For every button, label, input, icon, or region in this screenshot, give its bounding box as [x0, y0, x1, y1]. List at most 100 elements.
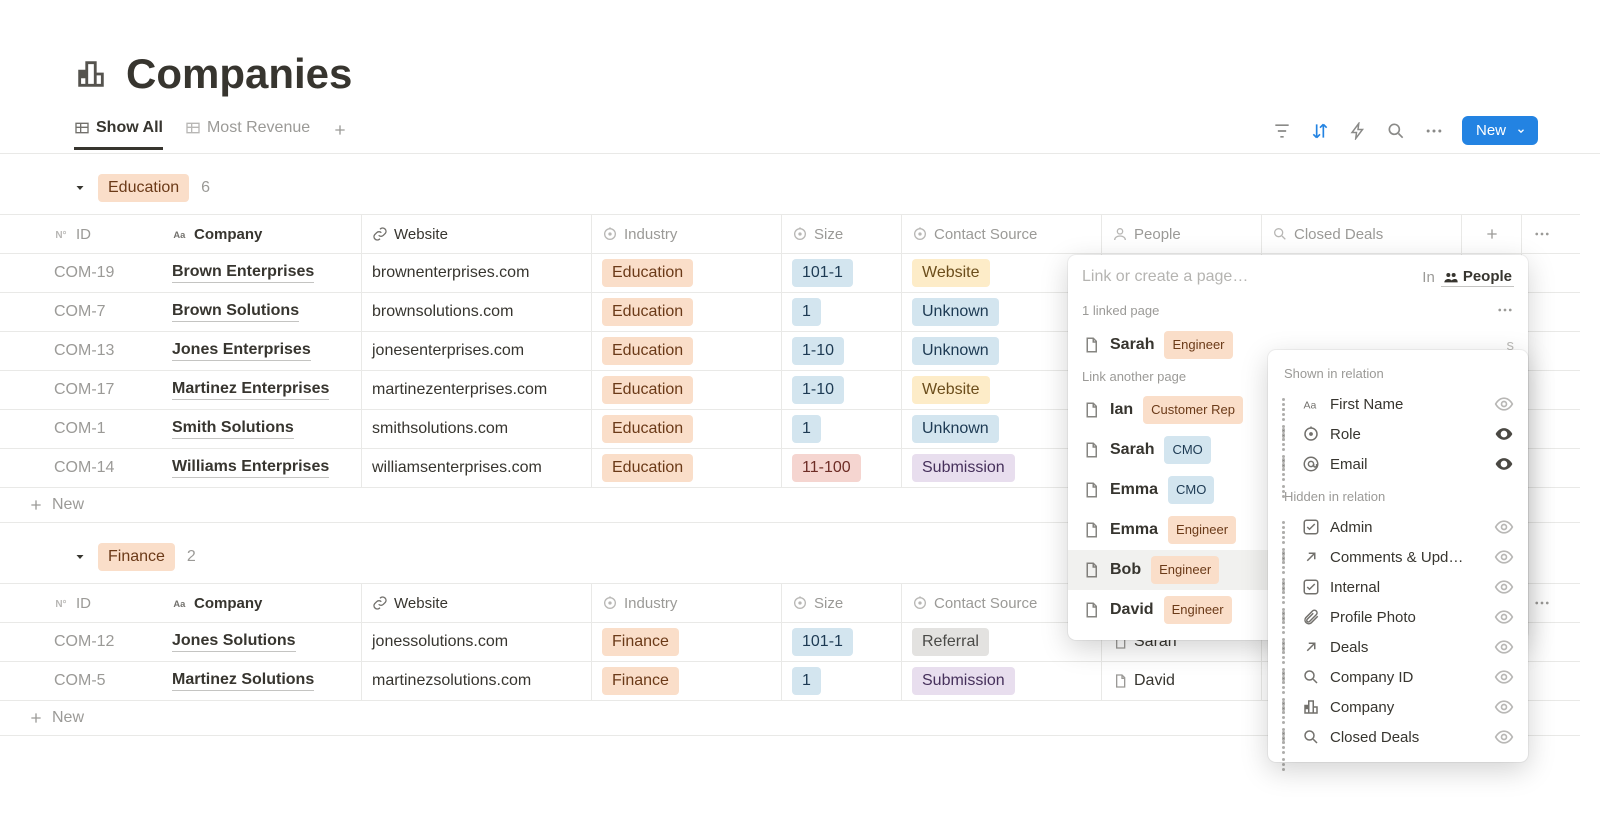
relation-property-row[interactable]: Deals — [1272, 632, 1524, 662]
filter-icon[interactable] — [1272, 121, 1292, 141]
cell-website[interactable]: brownenterprises.com — [362, 254, 592, 292]
drag-handle-icon[interactable] — [1282, 701, 1292, 714]
automations-icon[interactable] — [1348, 121, 1368, 141]
drag-handle-icon[interactable] — [1282, 551, 1292, 564]
view-tabs: Show All Most Revenue — [74, 119, 348, 150]
relation-property-row[interactable]: Comments & Upd… — [1272, 542, 1524, 572]
cell-industry[interactable]: Education — [592, 293, 782, 331]
property-type-icon — [1302, 395, 1320, 413]
cell-company[interactable]: Jones Enterprises — [162, 332, 362, 370]
relation-property-row[interactable]: Company ID — [1272, 662, 1524, 692]
visibility-toggle-icon[interactable] — [1494, 727, 1514, 747]
cell-industry[interactable]: Finance — [592, 623, 782, 661]
tab-show-all[interactable]: Show All — [74, 119, 163, 150]
property-type-icon — [1302, 425, 1320, 443]
drag-handle-icon[interactable] — [1282, 671, 1292, 684]
relation-property-row[interactable]: Internal — [1272, 572, 1524, 602]
relation-property-row[interactable]: Closed Deals — [1272, 722, 1524, 752]
property-label: Internal — [1330, 579, 1380, 596]
drag-handle-icon[interactable] — [1282, 521, 1292, 534]
cell-website[interactable]: jonessolutions.com — [362, 623, 592, 661]
cell-company[interactable]: Martinez Enterprises — [162, 371, 362, 409]
cell-company[interactable]: Jones Solutions — [162, 623, 362, 661]
relation-property-row[interactable]: Email — [1272, 449, 1524, 479]
property-type-icon — [1302, 608, 1320, 626]
cell-size[interactable]: 101-1 — [782, 254, 902, 292]
visibility-toggle-icon[interactable] — [1494, 667, 1514, 687]
relation-target-chip[interactable]: In People — [1422, 267, 1514, 287]
property-label: Email — [1330, 456, 1368, 473]
visibility-toggle-icon[interactable] — [1494, 517, 1514, 537]
cell-size[interactable]: 1 — [782, 410, 902, 448]
cell-size[interactable]: 1 — [782, 293, 902, 331]
group-tag[interactable]: Finance — [98, 543, 175, 571]
cell-website[interactable]: martinezenterprises.com — [362, 371, 592, 409]
drag-handle-icon[interactable] — [1282, 458, 1292, 471]
drag-handle-icon[interactable] — [1282, 428, 1292, 441]
drag-handle-icon[interactable] — [1282, 398, 1292, 411]
property-type-icon — [1302, 518, 1320, 536]
add-column-button[interactable] — [1462, 215, 1522, 253]
relation-search-input[interactable] — [1082, 268, 1342, 286]
cell-company[interactable]: Brown Enterprises — [162, 254, 362, 292]
cell-industry[interactable]: Education — [592, 410, 782, 448]
cell-website[interactable]: smithsolutions.com — [362, 410, 592, 448]
sort-icon[interactable] — [1310, 121, 1330, 141]
more-icon[interactable] — [1424, 121, 1444, 141]
drag-handle-icon[interactable] — [1282, 731, 1292, 744]
cell-industry[interactable]: Education — [592, 449, 782, 487]
cell-size[interactable]: 101-1 — [782, 623, 902, 661]
cell-industry[interactable]: Education — [592, 371, 782, 409]
visibility-toggle-icon[interactable] — [1494, 547, 1514, 567]
add-view-button[interactable] — [332, 122, 348, 148]
cell-id: COM-13 — [0, 332, 162, 370]
relation-property-row[interactable]: Role — [1272, 419, 1524, 449]
cell-website[interactable]: martinezsolutions.com — [362, 662, 592, 700]
cell-company[interactable]: Brown Solutions — [162, 293, 362, 331]
cell-size[interactable]: 1 — [782, 662, 902, 700]
group-toggle-icon[interactable] — [74, 182, 86, 194]
cell-website[interactable]: brownsolutions.com — [362, 293, 592, 331]
cell-id: COM-1 — [0, 410, 162, 448]
table-header-row: ID Company Website Industry Size Contact… — [0, 215, 1580, 254]
cell-company[interactable]: Williams Enterprises — [162, 449, 362, 487]
cell-industry[interactable]: Finance — [592, 662, 782, 700]
search-icon[interactable] — [1386, 121, 1406, 141]
column-options-button[interactable] — [1522, 584, 1562, 622]
cell-industry[interactable]: Education — [592, 332, 782, 370]
drag-handle-icon[interactable] — [1282, 581, 1292, 594]
visibility-toggle-icon[interactable] — [1494, 424, 1514, 444]
new-button[interactable]: New — [1462, 116, 1538, 145]
property-type-icon — [1302, 668, 1320, 686]
relation-property-row[interactable]: First Name — [1272, 389, 1524, 419]
visibility-toggle-icon[interactable] — [1494, 637, 1514, 657]
drag-handle-icon[interactable] — [1282, 641, 1292, 654]
group-tag[interactable]: Education — [98, 174, 189, 202]
group-toggle-icon[interactable] — [74, 551, 86, 563]
drag-handle-icon[interactable] — [1282, 611, 1292, 624]
property-type-icon — [1302, 638, 1320, 656]
cell-size[interactable]: 1-10 — [782, 332, 902, 370]
relation-property-row[interactable]: Company — [1272, 692, 1524, 722]
cell-website[interactable]: williamsenterprises.com — [362, 449, 592, 487]
column-options-button[interactable] — [1522, 215, 1562, 253]
tab-most-revenue[interactable]: Most Revenue — [185, 119, 310, 150]
visibility-toggle-icon[interactable] — [1494, 577, 1514, 597]
cell-id: COM-7 — [0, 293, 162, 331]
visibility-toggle-icon[interactable] — [1494, 454, 1514, 474]
cell-size[interactable]: 11-100 — [782, 449, 902, 487]
relation-property-row[interactable]: Admin — [1272, 512, 1524, 542]
visibility-toggle-icon[interactable] — [1494, 607, 1514, 627]
cell-website[interactable]: jonesenterprises.com — [362, 332, 592, 370]
cell-people[interactable]: David — [1102, 662, 1262, 700]
cell-company[interactable]: Smith Solutions — [162, 410, 362, 448]
relation-options-icon[interactable] — [1496, 301, 1514, 319]
cell-company[interactable]: Martinez Solutions — [162, 662, 362, 700]
group-count: 6 — [201, 179, 210, 197]
cell-industry[interactable]: Education — [592, 254, 782, 292]
visibility-toggle-icon[interactable] — [1494, 697, 1514, 717]
visibility-toggle-icon[interactable] — [1494, 394, 1514, 414]
cell-contact-source[interactable]: Submission — [902, 662, 1102, 700]
cell-size[interactable]: 1-10 — [782, 371, 902, 409]
relation-property-row[interactable]: Profile Photo — [1272, 602, 1524, 632]
